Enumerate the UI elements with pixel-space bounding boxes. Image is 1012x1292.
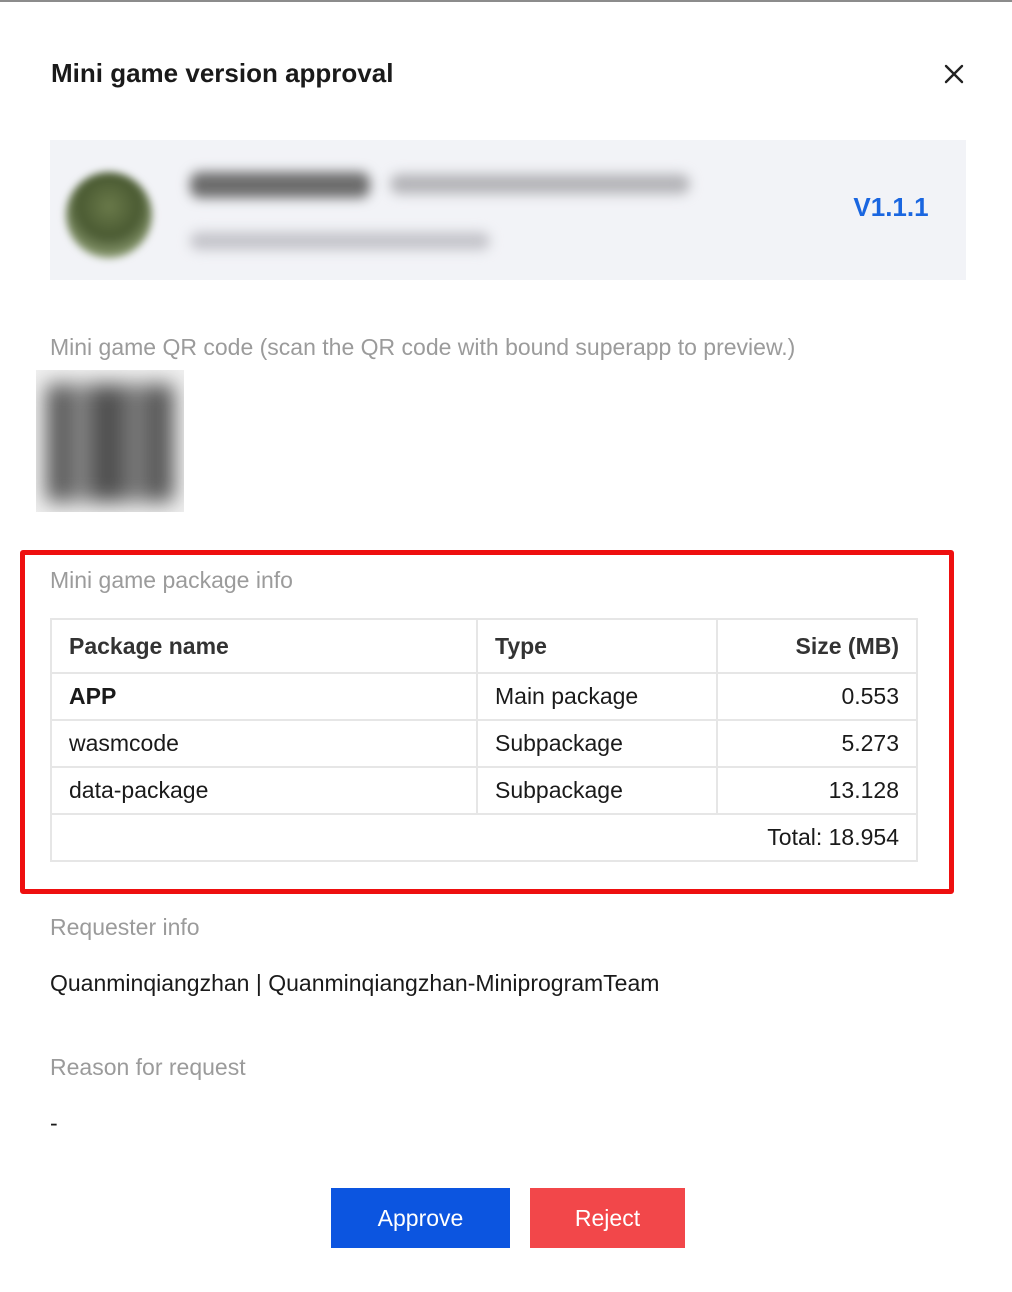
dialog-title: Mini game version approval <box>51 58 394 88</box>
table-row: APP Main package 0.553 <box>50 672 918 721</box>
app-version: V1.1.1 <box>853 192 929 222</box>
header-type: Type <box>476 618 718 674</box>
table-total-row: Total: 18.954 <box>50 813 918 862</box>
package-name-cell: data-package <box>50 766 478 815</box>
qr-section-label: Mini game QR code (scan the QR code with… <box>50 334 796 360</box>
package-name-cell: APP <box>50 672 478 721</box>
qr-code-blurred <box>46 384 174 502</box>
reject-button[interactable]: Reject <box>530 1188 685 1248</box>
package-size-cell: 13.128 <box>716 766 918 815</box>
app-info-card: V1.1.1 <box>50 140 966 280</box>
top-divider <box>0 0 1012 2</box>
header-package-name: Package name <box>50 618 478 674</box>
close-icon <box>944 64 964 84</box>
package-size-cell: 5.273 <box>716 719 918 768</box>
app-meta-blurred <box>190 232 490 250</box>
app-name-blurred <box>190 172 370 198</box>
package-type-cell: Subpackage <box>476 766 718 815</box>
package-table: Package name Type Size (MB) APP Main pac… <box>50 618 918 862</box>
approve-button[interactable]: Approve <box>331 1188 510 1248</box>
package-section-label: Mini game package info <box>50 567 293 593</box>
package-type-cell: Main package <box>476 672 718 721</box>
app-id-blurred <box>390 174 690 194</box>
package-total: Total: 18.954 <box>50 813 918 862</box>
package-name-cell: wasmcode <box>50 719 478 768</box>
qr-code-image <box>36 370 184 512</box>
close-button[interactable] <box>936 56 972 92</box>
app-avatar <box>66 172 152 258</box>
package-size-cell: 0.553 <box>716 672 918 721</box>
package-type-cell: Subpackage <box>476 719 718 768</box>
requester-value: Quanminqiangzhan | Quanminqiangzhan-Mini… <box>50 970 660 996</box>
reason-section-label: Reason for request <box>50 1054 246 1080</box>
reason-value: - <box>50 1110 58 1136</box>
table-row: data-package Subpackage 13.128 <box>50 766 918 815</box>
header-size: Size (MB) <box>716 618 918 674</box>
table-row: wasmcode Subpackage 5.273 <box>50 719 918 768</box>
approval-dialog: Mini game version approval V1.1.1 Mini g… <box>0 0 1012 1292</box>
requester-section-label: Requester info <box>50 914 200 940</box>
table-header-row: Package name Type Size (MB) <box>50 618 918 674</box>
